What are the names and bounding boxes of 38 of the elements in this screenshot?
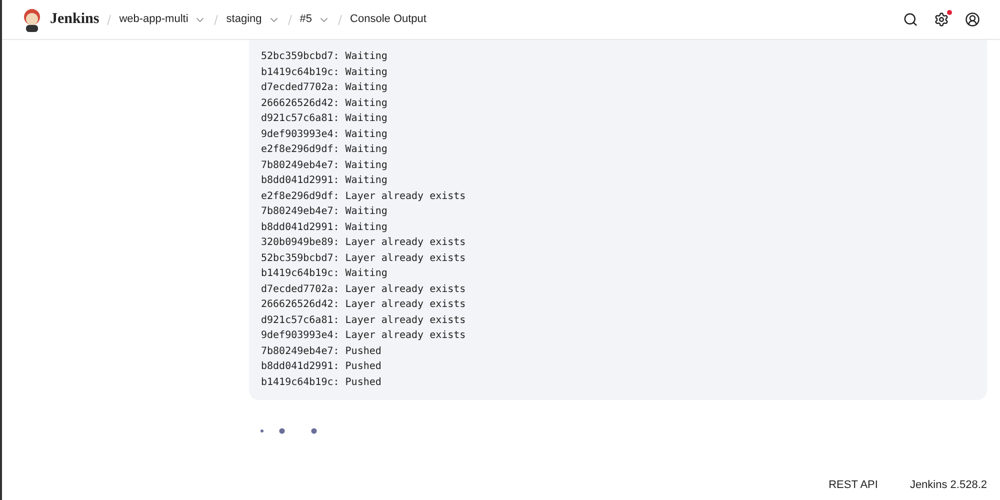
rest-api-link[interactable]: REST API (828, 476, 878, 494)
console-line: 9def903993e4: Waiting (261, 128, 388, 142)
console-line: d7ecded7702a: Layer already exists (261, 282, 467, 296)
loading-dots-icon (260, 427, 318, 435)
console-line: 7b80249eb4e7: Pushed (261, 344, 382, 358)
console-line: b8dd041d2991: Waiting (261, 220, 388, 234)
console-line: e2f8e296d9df: Layer already exists (261, 190, 467, 204)
console-line: 52bc359bcbd7: Waiting (261, 50, 388, 64)
breadcrumb-link[interactable]: web-app-multi (119, 11, 188, 28)
console-line: d921c57c6a81: Layer already exists (261, 314, 467, 328)
console-line: e2f8e296d9df: Waiting (261, 143, 388, 157)
console-line: 7b80249eb4e7: Waiting (261, 205, 388, 219)
console-line: 52bc359bcbd7: Layer already exists (261, 252, 467, 266)
console-line: 266626526d42: Waiting (261, 96, 388, 110)
breadcrumb-link[interactable]: Console Output (350, 11, 426, 28)
console-line: b1419c64b19c: Pushed (261, 376, 382, 390)
console-line: b8dd041d2991: Pushed (261, 360, 382, 374)
console-line: 266626526d42: Layer already exists (261, 298, 467, 312)
console-line: b1419c64b19c: Waiting (261, 267, 388, 281)
console-line: 9def903993e4: Layer already exists (261, 329, 467, 343)
console-line: d7ecded7702a: Waiting (261, 81, 388, 95)
brand-name[interactable]: Jenkins (50, 8, 100, 31)
console-line: 320b0949be89: Layer already exists (261, 236, 467, 250)
breadcrumb-link[interactable]: #5 (300, 11, 312, 28)
version-label[interactable]: Jenkins 2.528.2 (910, 476, 987, 494)
console-line: b1419c64b19c: Waiting (261, 66, 388, 80)
user-account-icon[interactable] (965, 12, 980, 27)
separator-icon (214, 14, 218, 24)
breadcrumb-link[interactable]: staging (226, 11, 262, 28)
butler-logo-icon (22, 8, 42, 32)
console-line: b8dd041d2991: Waiting (261, 174, 388, 188)
separator-icon (107, 14, 112, 24)
console-line: 7b80249eb4e7: Waiting (261, 158, 388, 172)
console-line: d921c57c6a81: Waiting (261, 112, 388, 126)
separator-icon (288, 14, 292, 24)
separator-icon (338, 14, 342, 24)
search-icon[interactable] (903, 12, 918, 27)
settings-icon[interactable] (934, 12, 949, 27)
